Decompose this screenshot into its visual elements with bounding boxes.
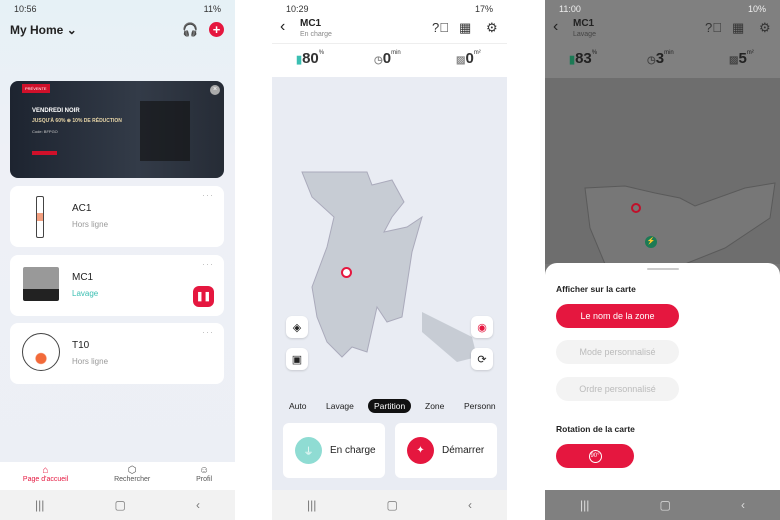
area-stat: ▨5m² bbox=[729, 50, 754, 67]
dock-button[interactable]: ▣ bbox=[286, 348, 308, 370]
area-stat: ▨0m² bbox=[456, 50, 481, 67]
headset-icon[interactable]: 🎧 bbox=[182, 22, 198, 38]
home-button[interactable]: ▢ bbox=[387, 498, 398, 512]
location-button[interactable]: ◉ bbox=[471, 316, 493, 338]
rotate-icon: 90° bbox=[588, 449, 602, 463]
help-icon[interactable]: ?⃝ bbox=[432, 20, 449, 35]
profile-icon: ☺ bbox=[198, 465, 210, 476]
status-bar: 10:56 11% bbox=[14, 4, 221, 14]
option-custom-order[interactable]: Ordre personnalisé bbox=[556, 377, 679, 401]
more-icon[interactable]: ··· bbox=[202, 190, 214, 200]
tab-search[interactable]: ⬡ Rechercher bbox=[114, 462, 150, 491]
mode-lavage[interactable]: Lavage bbox=[326, 401, 354, 411]
option-zone-name[interactable]: Le nom de la zone bbox=[556, 304, 679, 328]
clean-icon: ✦ bbox=[407, 437, 434, 464]
help-icon[interactable]: ?⃝ bbox=[705, 20, 722, 35]
add-device-button[interactable]: + bbox=[209, 22, 224, 37]
rotate-button[interactable]: ⟳ bbox=[471, 348, 493, 370]
clock-icon: ◷ bbox=[374, 55, 383, 66]
status-bar: 11:00 10% bbox=[559, 4, 766, 14]
tab-home[interactable]: ⌂ Page d'accueil bbox=[23, 462, 68, 491]
more-icon[interactable]: ··· bbox=[202, 327, 214, 337]
home-button[interactable]: ▢ bbox=[115, 498, 126, 512]
robot-station-icon bbox=[23, 267, 59, 301]
tab-profile[interactable]: ☺ Profil bbox=[196, 462, 212, 491]
back-arrow-icon[interactable]: ‹ bbox=[553, 18, 558, 36]
layers-button[interactable]: ◈ bbox=[286, 316, 308, 338]
settings-icon[interactable]: ⚙ bbox=[486, 20, 498, 36]
device-card-ac1[interactable]: AC1 Hors ligne ··· bbox=[10, 186, 224, 247]
floor-map bbox=[584, 182, 776, 264]
map-settings-screen: 11:00 10% ‹ MC1 Lavage ?⃝ ▦ ⚙ ▮83% ◷3min … bbox=[545, 0, 780, 520]
pause-button[interactable]: ❚❚ bbox=[193, 286, 214, 307]
battery-stat: ▮83% bbox=[569, 50, 598, 67]
device-card-mc1[interactable]: MC1 Lavage ··· ❚❚ bbox=[10, 255, 224, 316]
product-image bbox=[140, 101, 190, 161]
plug-icon: ⏚ bbox=[295, 437, 322, 464]
dock-marker-icon: ⚡ bbox=[645, 236, 657, 248]
close-icon[interactable]: × bbox=[210, 85, 220, 95]
mode-personnalise[interactable]: Personn bbox=[464, 401, 496, 411]
robot-position-icon bbox=[341, 267, 352, 278]
system-nav-bar: ||| ▢ ‹ bbox=[0, 490, 235, 520]
charge-button[interactable]: ⏚ En charge bbox=[283, 423, 385, 478]
back-button[interactable]: ‹ bbox=[468, 498, 472, 512]
bottom-tab-bar: ⌂ Page d'accueil ⬡ Rechercher ☺ Profil bbox=[0, 462, 235, 491]
home-button[interactable]: ▢ bbox=[660, 498, 671, 512]
bottom-sheet: Afficher sur la carte Le nom de la zone … bbox=[545, 263, 780, 490]
mode-auto[interactable]: Auto bbox=[289, 401, 307, 411]
chevron-down-icon: ⌄ bbox=[66, 23, 77, 37]
system-nav-bar: ||| ▢ ‹ bbox=[272, 490, 507, 520]
grid-icon[interactable]: ▦ bbox=[732, 20, 744, 36]
recent-apps-button[interactable]: ||| bbox=[35, 498, 44, 512]
grid-icon[interactable]: ▦ bbox=[459, 20, 471, 36]
battery-stat: ▮80% bbox=[296, 50, 325, 67]
more-icon[interactable]: ··· bbox=[202, 259, 214, 269]
rotate-map-button[interactable]: 90° bbox=[556, 444, 634, 468]
time-stat: ◷3min bbox=[647, 50, 674, 67]
search-icon: ⬡ bbox=[127, 465, 137, 476]
mode-partition[interactable]: Partition bbox=[368, 399, 412, 413]
map-area: ⚡ bbox=[545, 78, 780, 264]
promo-button[interactable] bbox=[32, 151, 57, 155]
drag-handle[interactable] bbox=[647, 268, 679, 270]
time-stat: ◷0min bbox=[374, 50, 401, 67]
mode-zone[interactable]: Zone bbox=[425, 401, 444, 411]
back-button[interactable]: ‹ bbox=[741, 498, 745, 512]
recent-apps-button[interactable]: ||| bbox=[307, 498, 316, 512]
clock-icon: ◷ bbox=[647, 55, 656, 66]
mc1-screen: 10:29 17% ‹ MC1 En charge ?⃝ ▦ ⚙ ▮80% ◷0m… bbox=[272, 0, 507, 520]
divider bbox=[272, 43, 507, 44]
start-button[interactable]: ✦ Démarrer bbox=[395, 423, 497, 478]
device-card-t10[interactable]: T10 Hors ligne ··· bbox=[10, 323, 224, 384]
status-bar: 10:29 17% bbox=[286, 4, 493, 14]
recent-apps-button[interactable]: ||| bbox=[580, 498, 589, 512]
home-icon: ⌂ bbox=[42, 465, 49, 476]
back-button[interactable]: ‹ bbox=[196, 498, 200, 512]
vacuum-icon bbox=[36, 196, 44, 238]
settings-icon[interactable]: ⚙ bbox=[759, 20, 771, 36]
map-area[interactable]: ◈ ▣ ◉ ⟳ Auto Lavage Partition Zone Perso… bbox=[272, 77, 507, 490]
robot-vacuum-icon bbox=[22, 333, 60, 371]
home-selector[interactable]: My Home ⌄ bbox=[10, 23, 77, 37]
back-arrow-icon[interactable]: ‹ bbox=[280, 18, 285, 36]
system-nav-bar: ||| ▢ ‹ bbox=[545, 490, 780, 520]
home-screen: 10:56 11% My Home ⌄ 🎧 + PRÉVENTE VENDREDI… bbox=[0, 0, 235, 520]
option-custom-mode[interactable]: Mode personnalisé bbox=[556, 340, 679, 364]
robot-marker-icon bbox=[631, 203, 641, 213]
promo-banner[interactable]: PRÉVENTE VENDREDI NOIR JUSQU'À 60% ⊕ 10%… bbox=[10, 81, 224, 178]
